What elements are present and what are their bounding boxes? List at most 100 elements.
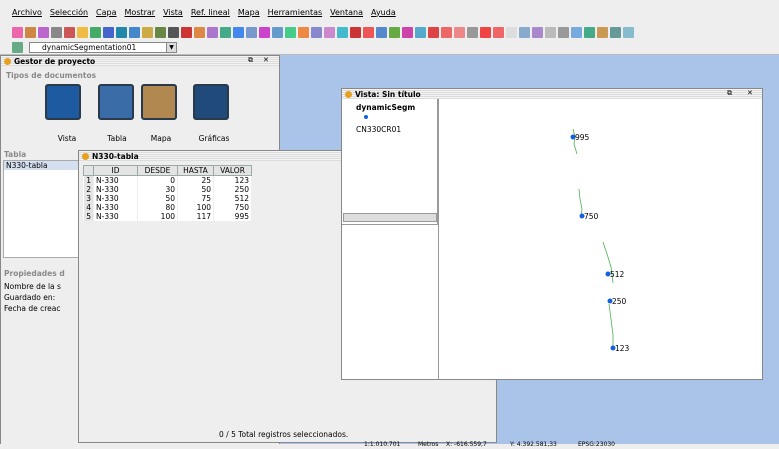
toolbar-tool-icon[interactable]: [402, 26, 413, 38]
restore-icon[interactable]: ⧉: [248, 56, 253, 65]
toolbar-tool-icon[interactable]: [298, 26, 309, 38]
close-icon[interactable]: ✕: [747, 89, 753, 97]
toolbar-tool-icon[interactable]: [493, 26, 504, 38]
toolbar-tool-icon[interactable]: [480, 26, 491, 38]
main-toolbar: [0, 24, 779, 40]
layer-combo-value: dynamicSegmentation01: [42, 42, 137, 52]
toolbar-tool-icon[interactable]: [272, 26, 283, 38]
toolbar-tool-icon[interactable]: [233, 26, 244, 38]
graficas-doc-button[interactable]: [193, 84, 229, 120]
toolbar-tool-icon[interactable]: [597, 26, 608, 38]
toolbar-tool-icon[interactable]: [220, 26, 231, 38]
menu-vista[interactable]: Vista: [163, 8, 183, 17]
toolbar-tool-icon[interactable]: [519, 26, 530, 38]
toolbar-tool-icon[interactable]: [415, 26, 426, 38]
toolbar-tool-icon[interactable]: [545, 26, 556, 38]
table-row[interactable]: 2 N-330 30 50 250: [83, 185, 252, 194]
mapa-doc-button[interactable]: [141, 84, 177, 120]
toolbar-tool-icon[interactable]: [38, 26, 49, 38]
label-750: 750: [584, 212, 599, 221]
tabla-doc-label: Tabla: [107, 134, 127, 143]
chevron-down-icon[interactable]: ▼: [166, 42, 176, 52]
maximize-icon[interactable]: ⧉: [727, 89, 732, 98]
col-hasta[interactable]: HASTA: [177, 165, 214, 176]
toolbar-tool-icon[interactable]: [467, 26, 478, 38]
toolbar-tool-icon[interactable]: [77, 26, 88, 38]
col-desde[interactable]: DESDE: [137, 165, 178, 176]
toolbar-tool-icon[interactable]: [571, 26, 582, 38]
row-number: 1: [83, 175, 94, 185]
toolbar-tool-icon[interactable]: [25, 26, 36, 38]
table-row[interactable]: 1 N-330 0 25 123: [83, 175, 252, 185]
toolbar-tool-icon[interactable]: [116, 26, 127, 38]
data-table[interactable]: ID DESDE HASTA VALOR 1 N-330 0 25 123 2 N-330 3…: [83, 165, 252, 221]
toolbar-tool-icon[interactable]: [90, 26, 101, 38]
toolbar-tool-icon[interactable]: [142, 26, 153, 38]
bottom-status-bar: 1:1.010.701 Metros X: -616.559,7 Y: 4.39…: [0, 441, 779, 449]
menu-seleccion[interactable]: Selección: [50, 8, 88, 17]
toolbar-tool-icon[interactable]: [103, 26, 114, 38]
table-cell: 123: [213, 175, 252, 185]
toolbar-tool-icon[interactable]: [428, 26, 439, 38]
toolbar-tool-icon[interactable]: [129, 26, 140, 38]
toolbar-tool-icon[interactable]: [64, 26, 75, 38]
toolbar-tool-icon[interactable]: [363, 26, 374, 38]
toolbar-tool-icon[interactable]: [207, 26, 218, 38]
toolbar-tool-icon[interactable]: [324, 26, 335, 38]
toolbar-tool-icon[interactable]: [155, 26, 166, 38]
toolbar-tool-icon[interactable]: [623, 26, 634, 38]
menu-archivo[interactable]: Archivo: [12, 8, 42, 17]
toolbar-tool-icon[interactable]: [532, 26, 543, 38]
toolbar-tool-icon[interactable]: [441, 26, 452, 38]
label-512: 512: [610, 270, 625, 279]
toolbar-tool-icon[interactable]: [337, 26, 348, 38]
toolbar-tool-icon[interactable]: [389, 26, 400, 38]
toolbar-tool-icon[interactable]: [610, 26, 621, 38]
menu-ventana[interactable]: Ventana: [330, 8, 363, 17]
toolbar-tool-icon[interactable]: [584, 26, 595, 38]
label-250: 250: [612, 297, 627, 306]
menu-herramientas[interactable]: Herramientas: [268, 8, 323, 17]
property-saved: Guardado en:: [4, 293, 56, 302]
project-manager-title: Gestor de proyecto: [14, 56, 96, 66]
toolbar-tool-icon[interactable]: [454, 26, 465, 38]
vista-title: Vista: Sin título: [355, 89, 421, 99]
vista-window: Vista: Sin título ⧉ ✕ dynamicSegm CN330C…: [341, 88, 763, 380]
toolbar-tool-icon[interactable]: [259, 26, 270, 38]
toolbar-tool-icon[interactable]: [168, 26, 179, 38]
toolbar-tool-icon[interactable]: [311, 26, 322, 38]
toolbar-tool-icon[interactable]: [285, 26, 296, 38]
table-row[interactable]: 5 N-330 100 117 995: [83, 212, 252, 221]
close-icon[interactable]: ✕: [263, 56, 269, 64]
toolbar-tool-icon[interactable]: [246, 26, 257, 38]
table-row[interactable]: 3 N-330 50 75 512: [83, 194, 252, 203]
menu-mostrar[interactable]: Mostrar: [125, 8, 156, 17]
layer-icon[interactable]: [12, 41, 23, 53]
menu-ref-lineal[interactable]: Ref. lineal: [191, 8, 230, 17]
tabla-list-item[interactable]: N330-tabla: [4, 161, 78, 170]
toolbar-tool-icon[interactable]: [194, 26, 205, 38]
toolbar-tool-icon[interactable]: [51, 26, 62, 38]
toolbar-tool-icon[interactable]: [181, 26, 192, 38]
col-valor[interactable]: VALOR: [213, 165, 252, 176]
toolbar-tool-icon[interactable]: [350, 26, 361, 38]
vista-doc-button[interactable]: [45, 84, 81, 120]
toolbar-tool-icon[interactable]: [506, 26, 517, 38]
table-cell: 100: [137, 212, 178, 221]
tabla-doc-button[interactable]: [98, 84, 134, 120]
tabla-section-label: Tabla: [4, 150, 27, 159]
layer-cn330cr01[interactable]: CN330CR01: [356, 125, 401, 134]
toolbar-tool-icon[interactable]: [376, 26, 387, 38]
toolbar-tool-icon[interactable]: [558, 26, 569, 38]
table-row[interactable]: 4 N-330 80 100 750: [83, 203, 252, 212]
menu-mapa[interactable]: Mapa: [238, 8, 260, 17]
selection-status: 0 / 5 Total registros seleccionados.: [219, 430, 349, 439]
layer-combo[interactable]: dynamicSegmentation01 ▼: [29, 41, 177, 53]
map-canvas[interactable]: 995 750 512 250 123: [439, 99, 763, 380]
col-id[interactable]: ID: [93, 165, 138, 176]
menu-ayuda[interactable]: Ayuda: [371, 8, 396, 17]
toc-scrollbar[interactable]: [343, 213, 437, 222]
menu-capa[interactable]: Capa: [96, 8, 116, 17]
layer-dynamicsegm[interactable]: dynamicSegm: [356, 103, 415, 112]
toolbar-tool-icon[interactable]: [12, 26, 23, 38]
